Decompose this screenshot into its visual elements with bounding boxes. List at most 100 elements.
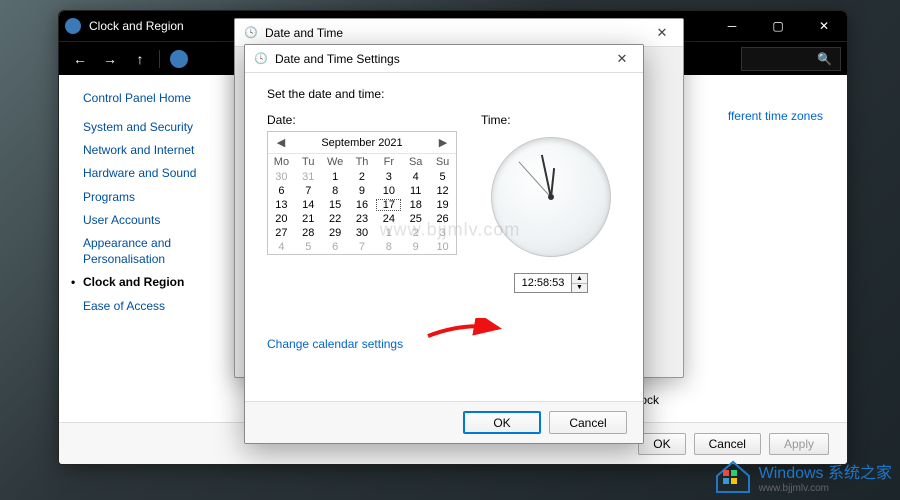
maximize-button[interactable]: ▢ (755, 11, 801, 41)
search-icon: 🔍 (817, 52, 832, 66)
calendar-day[interactable]: 7 (349, 240, 376, 254)
sidebar-item-system-and-security[interactable]: System and Security (83, 119, 211, 135)
calendar-day[interactable]: 7 (295, 184, 322, 198)
calendar-day[interactable]: 6 (322, 240, 349, 254)
calendar-day[interactable]: 4 (268, 240, 295, 254)
calendar-day[interactable]: 8 (375, 240, 402, 254)
calendar-day[interactable]: 10 (375, 184, 402, 198)
calendar-day[interactable]: 29 (322, 226, 349, 240)
calendar-dow: We (322, 154, 349, 170)
sidebar-home-link[interactable]: Control Panel Home (83, 91, 211, 105)
calendar-day[interactable]: 30 (268, 170, 295, 184)
calendar-day[interactable]: 22 (322, 212, 349, 226)
sidebar-item-appearance-and-personalisation[interactable]: Appearance and Personalisation (83, 235, 211, 267)
calendar-dow: Th (349, 154, 376, 170)
calendar-day[interactable]: 23 (349, 212, 376, 226)
nav-up-button[interactable]: ↑ (125, 46, 155, 72)
calendar-day[interactable]: 21 (295, 212, 322, 226)
calendar-day[interactable]: 26 (429, 212, 456, 226)
search-input[interactable]: 🔍 (741, 47, 841, 71)
nav-forward-button[interactable]: → (95, 46, 125, 72)
date-label: Date: (267, 113, 457, 127)
calendar-day[interactable]: 5 (429, 170, 456, 184)
calendar-day[interactable]: 9 (349, 184, 376, 198)
calendar-day[interactable]: 2 (349, 170, 376, 184)
calendar-day[interactable]: 31 (295, 170, 322, 184)
calendar-dow: Sa (402, 154, 429, 170)
sidebar-item-network-and-internet[interactable]: Network and Internet (83, 142, 211, 158)
ok-button[interactable]: OK (463, 411, 541, 434)
inner-close-button[interactable]: ✕ (607, 49, 637, 69)
calendar-day[interactable]: 15 (322, 198, 349, 212)
clock-region-icon (65, 18, 81, 34)
calendar-day[interactable]: 16 (349, 198, 376, 212)
sidebar: Control Panel Home System and Security Ne… (59, 75, 221, 422)
parent-title: Clock and Region (89, 19, 184, 33)
parent-cancel-button[interactable]: Cancel (694, 433, 761, 455)
datetime-icon: 🕓 (243, 25, 259, 41)
parent-ok-button[interactable]: OK (638, 433, 685, 455)
inner-dialog-title: Date and Time Settings (275, 52, 400, 66)
calendar-day[interactable]: 19 (429, 198, 456, 212)
nav-back-button[interactable]: ← (65, 46, 95, 72)
sidebar-item-ease-of-access[interactable]: Ease of Access (83, 298, 211, 314)
sidebar-item-clock-and-region[interactable]: Clock and Region (83, 274, 211, 290)
watermark-brand: Windows 系统之家 (759, 465, 892, 482)
calendar-next-button[interactable]: ▶ (434, 136, 452, 149)
calendar-dow: Mo (268, 154, 295, 170)
outer-close-button[interactable]: ✕ (647, 23, 677, 43)
calendar-day[interactable]: 3 (375, 170, 402, 184)
calendar-day[interactable]: 2 (402, 226, 429, 240)
calendar-day[interactable]: 1 (375, 226, 402, 240)
time-spinner[interactable]: ▲ ▼ (572, 273, 588, 293)
calendar-day[interactable]: 14 (295, 198, 322, 212)
address-icon (170, 50, 188, 68)
calendar-day[interactable]: 5 (295, 240, 322, 254)
outer-dialog-titlebar[interactable]: 🕓 Date and Time ✕ (235, 19, 683, 47)
inner-dialog-titlebar[interactable]: 🕓 Date and Time Settings ✕ (245, 45, 643, 73)
outer-dialog-title: Date and Time (265, 26, 343, 40)
date-time-settings-dialog: 🕓 Date and Time Settings ✕ Set the date … (244, 44, 644, 444)
calendar-day[interactable]: 20 (268, 212, 295, 226)
instruction-text: Set the date and time: (267, 87, 621, 101)
watermark-sub: www.bjjmlv.com (759, 483, 892, 494)
minimize-button[interactable]: ─ (709, 11, 755, 41)
cancel-button[interactable]: Cancel (549, 411, 627, 434)
calendar-day[interactable]: 25 (402, 212, 429, 226)
datetime-settings-icon: 🕓 (253, 51, 269, 67)
calendar-day[interactable]: 12 (429, 184, 456, 198)
inner-dialog-footer: OK Cancel (245, 401, 643, 443)
calendar-day[interactable]: 6 (268, 184, 295, 198)
timezone-link-fragment[interactable]: fferent time zones (728, 109, 823, 123)
calendar[interactable]: ◀ September 2021 ▶ MoTuWeThFrSaSu3031123… (267, 131, 457, 255)
calendar-day[interactable]: 24 (375, 212, 402, 226)
calendar-day[interactable]: 30 (349, 226, 376, 240)
calendar-day[interactable]: 18 (402, 198, 429, 212)
calendar-prev-button[interactable]: ◀ (272, 136, 290, 149)
parent-apply-button[interactable]: Apply (769, 433, 829, 455)
calendar-dow: Fr (375, 154, 402, 170)
calendar-day[interactable]: 4 (402, 170, 429, 184)
close-button[interactable]: ✕ (801, 11, 847, 41)
calendar-day[interactable]: 13 (268, 198, 295, 212)
calendar-day[interactable]: 17 (375, 198, 402, 212)
spinner-down-button[interactable]: ▼ (572, 284, 587, 293)
calendar-day[interactable]: 27 (268, 226, 295, 240)
calendar-day[interactable]: 1 (322, 170, 349, 184)
calendar-settings-link[interactable]: Change calendar settings (267, 337, 403, 351)
sidebar-item-hardware-and-sound[interactable]: Hardware and Sound (83, 165, 211, 181)
calendar-day[interactable]: 28 (295, 226, 322, 240)
calendar-month-label: September 2021 (321, 137, 402, 149)
calendar-day[interactable]: 11 (402, 184, 429, 198)
calendar-day[interactable]: 10 (429, 240, 456, 254)
time-input[interactable] (514, 273, 572, 293)
sidebar-item-user-accounts[interactable]: User Accounts (83, 212, 211, 228)
calendar-dow: Tu (295, 154, 322, 170)
calendar-day[interactable]: 3 (429, 226, 456, 240)
hour-hand (550, 168, 555, 198)
calendar-day[interactable]: 8 (322, 184, 349, 198)
time-label: Time: (481, 113, 511, 127)
calendar-day[interactable]: 9 (402, 240, 429, 254)
spinner-up-button[interactable]: ▲ (572, 274, 587, 284)
sidebar-item-programs[interactable]: Programs (83, 189, 211, 205)
